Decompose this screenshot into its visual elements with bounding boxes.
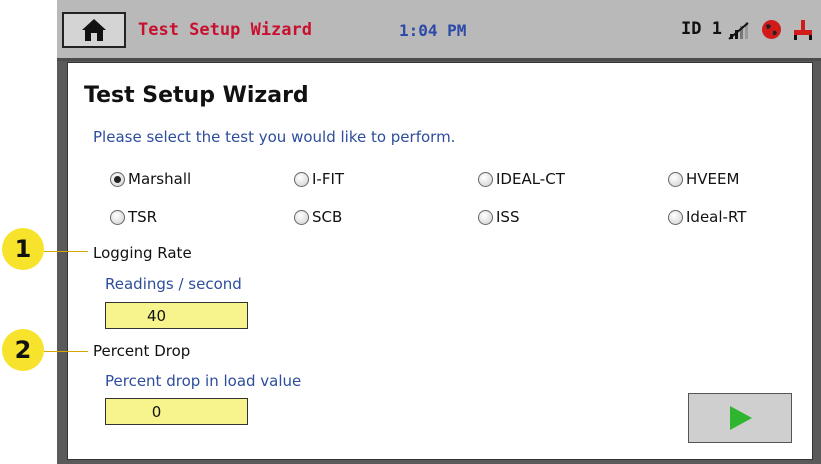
globe-icon [762, 20, 781, 39]
radio-indicator [110, 209, 125, 225]
home-button[interactable] [62, 12, 126, 48]
callout-line-2 [44, 351, 88, 352]
radio-label: Ideal-RT [686, 208, 747, 226]
percent-drop-label: Percent drop in load value [105, 372, 302, 390]
radio-label: SCB [312, 208, 343, 226]
radio-iss[interactable]: ISS [478, 208, 519, 226]
radio-indicator [668, 209, 683, 225]
radio-label: IDEAL-CT [496, 170, 565, 188]
page-title: Test Setup Wizard [84, 83, 309, 108]
hydraulic-icon [794, 20, 812, 40]
percent-drop-heading: Percent Drop [93, 342, 191, 360]
callout-line-1 [44, 251, 88, 252]
percent-drop-input[interactable]: 0 [105, 398, 248, 425]
instruction-text: Please select the test you would like to… [93, 128, 456, 146]
top-bar: Test Setup Wizard 1:04 PM ID 1 [57, 0, 821, 61]
device-frame: Test Setup Wizard 1:04 PM ID 1 Test Setu… [57, 0, 821, 464]
radio-label: Marshall [128, 170, 192, 188]
logging-rate-heading: Logging Rate [93, 244, 192, 262]
play-icon [730, 406, 752, 430]
radio-label: TSR [128, 208, 158, 226]
radio-hveem[interactable]: HVEEM [668, 170, 739, 188]
radio-indicator [294, 171, 309, 187]
clock: 1:04 PM [399, 21, 467, 40]
radio-label: I-FIT [312, 170, 345, 188]
radio-tsr[interactable]: TSR [110, 208, 157, 226]
radio-indicator [110, 171, 125, 187]
logging-rate-label: Readings / second [105, 275, 242, 293]
radio-label: ISS [496, 208, 520, 226]
no-signal-icon [728, 22, 749, 40]
radio-ideal-rt[interactable]: Ideal-RT [668, 208, 746, 226]
radio-i-fit[interactable]: I-FIT [294, 170, 344, 188]
radio-indicator [294, 209, 309, 225]
radio-indicator [668, 171, 683, 187]
start-test-button[interactable] [688, 393, 792, 443]
callout-marker-2: 2 [2, 329, 44, 371]
callout-marker-1: 1 [2, 228, 44, 270]
app-title: Test Setup Wizard [138, 20, 312, 40]
radio-indicator [478, 209, 493, 225]
radio-indicator [478, 171, 493, 187]
logging-rate-input[interactable]: 40 [105, 302, 248, 329]
home-icon [82, 19, 106, 41]
radio-marshall[interactable]: Marshall [110, 170, 191, 188]
device-id: ID 1 [681, 19, 722, 39]
wizard-panel: Test Setup Wizard Please select the test… [67, 62, 813, 460]
radio-ideal-ct[interactable]: IDEAL-CT [478, 170, 565, 188]
radio-label: HVEEM [686, 170, 740, 188]
radio-scb[interactable]: SCB [294, 208, 342, 226]
